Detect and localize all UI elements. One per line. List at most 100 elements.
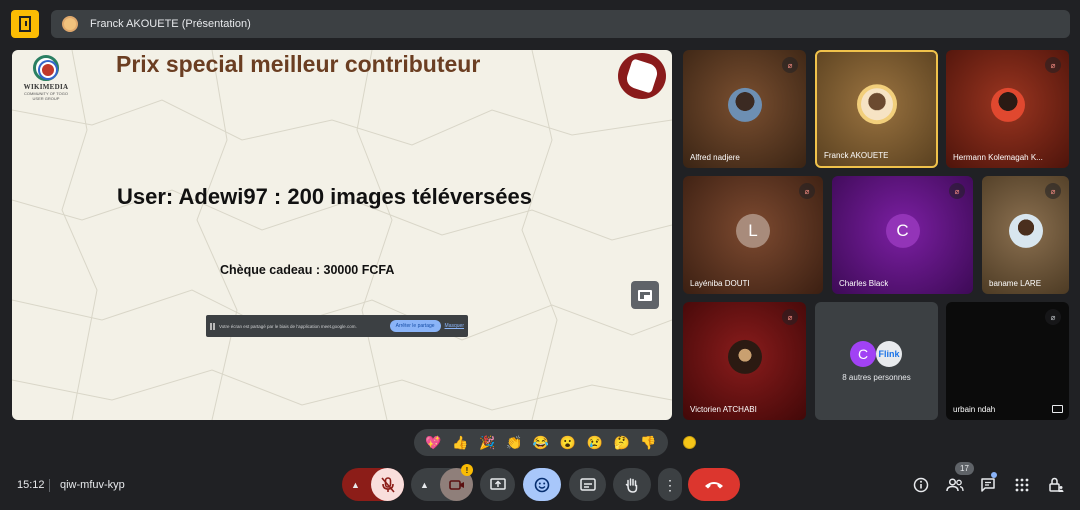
participant-name: baname LARE — [989, 279, 1042, 288]
chevron-up-icon[interactable]: ▲ — [351, 480, 360, 490]
others-label: 8 autres personnes — [842, 373, 911, 382]
clock: 15:12 — [17, 479, 45, 491]
reactions-button[interactable] — [523, 468, 561, 501]
slide-title: Prix special meilleur contributeur — [116, 51, 481, 77]
avatar — [727, 87, 762, 122]
puzzle-globe-logo — [618, 53, 666, 99]
chat-button[interactable] — [978, 475, 998, 495]
screen-share-bar: Votre écran est partagé par le biais de … — [206, 315, 468, 337]
slide-main-text: User: Adewi97 : 200 images téléversées — [117, 184, 532, 209]
info-icon — [913, 477, 929, 493]
stop-sharing-button[interactable]: Arrêter le partage — [389, 320, 441, 332]
meeting-code: qiw-mfuv-kyp — [60, 479, 125, 491]
reaction-surprised[interactable]: 😮 — [560, 436, 576, 449]
slide-background-texture — [12, 50, 672, 420]
reaction-heart[interactable]: 💖 — [425, 436, 441, 449]
participant-tile[interactable]: ⌀ Alfred nadjere — [683, 50, 806, 168]
captions-icon — [579, 478, 596, 491]
avatar — [856, 84, 897, 125]
avatar: C — [885, 213, 920, 248]
chevron-up-icon[interactable]: ▲ — [420, 480, 429, 490]
reaction-sad[interactable]: 😢 — [587, 436, 603, 449]
avatar — [1008, 213, 1043, 248]
apps-grid-icon — [1015, 478, 1029, 492]
host-controls-button[interactable] — [1046, 475, 1066, 495]
share-message: Votre écran est partagé par le biais de … — [219, 323, 357, 329]
mic-off-icon: ⌀ — [1045, 309, 1061, 325]
mic-off-icon: ⌀ — [1045, 57, 1061, 73]
presenting-icon — [1052, 405, 1063, 413]
avatar — [727, 339, 762, 374]
pause-icon[interactable] — [210, 322, 215, 330]
chat-icon — [981, 478, 995, 492]
participant-name: Franck AKOUETE — [824, 151, 889, 160]
slide-sub-text: Chèque cadeau : 30000 FCFA — [220, 263, 395, 277]
divider — [49, 479, 50, 492]
participant-tile-speaking[interactable]: Franck AKOUETE — [815, 50, 938, 168]
activities-menu-button[interactable] — [1012, 475, 1032, 495]
hide-share-bar-link[interactable]: Masquer — [445, 323, 464, 329]
emoji-icon — [534, 477, 550, 492]
unread-indicator — [991, 472, 997, 478]
more-vert-icon: ⋮ — [663, 476, 677, 493]
presenter-bar: Franck AKOUETE (Présentation) — [51, 10, 1070, 38]
microphone-control: ▲ — [342, 468, 404, 501]
participant-tile[interactable]: ⌀ Victorien ATCHABI — [683, 302, 806, 420]
picture-in-picture-button[interactable] — [631, 281, 659, 309]
pip-icon — [638, 289, 652, 301]
mic-off-icon: ⌀ — [799, 183, 815, 199]
mic-off-icon: ⌀ — [1045, 183, 1061, 199]
leave-call-button[interactable] — [688, 468, 740, 501]
people-icon — [946, 478, 964, 492]
wikimedia-logo: WIKIMEDIA COMMUNITY OF TOGO USER GROUP — [18, 55, 74, 105]
reaction-thinking[interactable]: 🤔 — [613, 436, 629, 449]
wikimedia-globe-icon — [33, 55, 59, 81]
present-screen-icon — [489, 478, 506, 490]
reaction-party[interactable]: 🎉 — [479, 436, 495, 449]
avatar — [990, 87, 1025, 122]
avatar: C — [850, 341, 876, 367]
meeting-info-button[interactable] — [911, 475, 931, 495]
camera-icon — [448, 479, 464, 490]
present-button[interactable] — [480, 468, 515, 501]
people-button[interactable] — [945, 475, 965, 495]
mic-toggle-button[interactable] — [371, 468, 404, 501]
captions-button[interactable] — [569, 468, 606, 501]
avatar: L — [736, 213, 770, 248]
avatar — [62, 16, 78, 32]
camera-warning-badge: ! — [461, 464, 473, 476]
activities-button[interactable] — [11, 10, 39, 38]
reactions-bar: 💖 👍 🎉 👏 😂 😮 😢 🤔 👎 — [414, 429, 668, 456]
presentation-stage: WIKIMEDIA COMMUNITY OF TOGO USER GROUP P… — [12, 50, 672, 420]
hang-up-icon — [705, 481, 723, 488]
more-options-button[interactable]: ⋮ — [658, 468, 682, 501]
raise-hand-button[interactable] — [613, 468, 651, 501]
mic-off-icon: ⌀ — [949, 183, 965, 199]
participant-name: Alfred nadjere — [690, 153, 740, 162]
door-icon — [19, 16, 31, 32]
participant-name: Charles Black — [839, 279, 889, 288]
mic-off-icon — [380, 476, 395, 493]
mic-off-icon: ⌀ — [782, 309, 798, 325]
reaction-laugh[interactable]: 😂 — [533, 436, 549, 449]
reaction-thumbs-down[interactable]: 👎 — [640, 436, 656, 449]
raise-hand-icon — [625, 477, 638, 493]
participant-name: Hermann Kolemagah K... — [953, 153, 1043, 162]
participant-tile[interactable]: ⌀ baname LARE — [982, 176, 1069, 294]
reaction-clap[interactable]: 👏 — [506, 436, 522, 449]
camera-control: ▲ ! — [411, 464, 473, 501]
participant-tile[interactable]: ⌀ L Layéniba DOUTI — [683, 176, 823, 294]
participant-tile[interactable]: ⌀ C Charles Black — [832, 176, 973, 294]
participant-count-badge: 17 — [955, 462, 974, 475]
participant-name: Layéniba DOUTI — [690, 279, 750, 288]
participant-name: urbain ndah — [953, 405, 996, 414]
presenter-label: Franck AKOUETE (Présentation) — [90, 18, 251, 30]
lock-person-icon — [1049, 477, 1064, 492]
others-tile[interactable]: C Flink 8 autres personnes — [815, 302, 938, 420]
participant-tile[interactable]: ⌀ Hermann Kolemagah K... — [946, 50, 1069, 168]
participant-tile[interactable]: ⌀ urbain ndah — [946, 302, 1069, 420]
mic-off-icon: ⌀ — [782, 57, 798, 73]
participant-name: Victorien ATCHABI — [690, 405, 757, 414]
skin-tone-button[interactable] — [683, 436, 696, 449]
reaction-thumbs-up[interactable]: 👍 — [452, 436, 468, 449]
